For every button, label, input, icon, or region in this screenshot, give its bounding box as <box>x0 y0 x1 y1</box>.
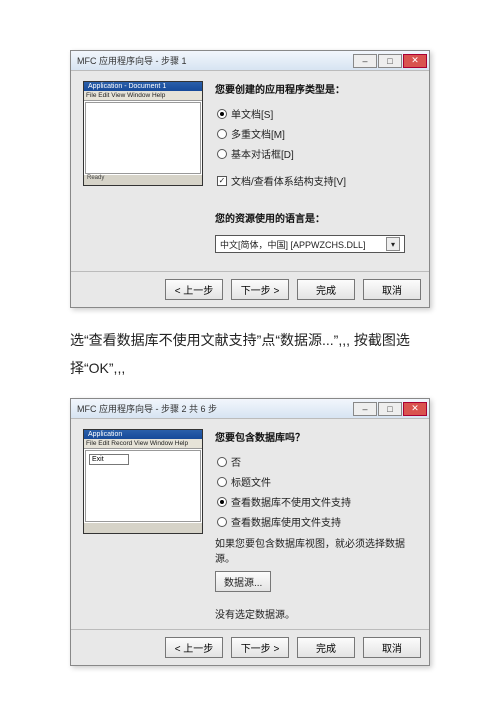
radio-icon <box>217 497 227 507</box>
radio-icon <box>217 477 227 487</box>
preview-title: Application <box>88 431 198 438</box>
preview-menu: File Edit Record View Window Help <box>84 439 202 449</box>
minimize-icon[interactable]: – <box>353 54 377 68</box>
finish-button[interactable]: 完成 <box>297 279 355 300</box>
cancel-button[interactable]: 取消 <box>363 279 421 300</box>
datasource-button[interactable]: 数据源... <box>215 571 271 592</box>
maximize-icon[interactable]: □ <box>378 402 402 416</box>
radio-db-no[interactable]: 否 <box>217 454 417 469</box>
preview-cell: Exit <box>89 454 129 465</box>
db-prompt: 您要包含数据库吗？ <box>215 429 417 444</box>
language-select[interactable]: 中文[简体，中国] [APPWZCHS.DLL] ▾ <box>215 235 405 253</box>
radio-sdi[interactable]: 单文档[S] <box>217 106 417 121</box>
checkbox-icon <box>217 176 227 186</box>
db-note: 如果您要包含数据库视图，就必须选择数据源。 <box>215 535 417 565</box>
cancel-button[interactable]: 取消 <box>363 637 421 658</box>
titlebar: MFC 应用程序向导 - 步骤 1 – □ ✕ <box>71 51 429 71</box>
radio-icon <box>217 109 227 119</box>
instruction-text: 选“查看数据库不使用文献支持”点“数据源...”,,, 按截图选择“OK”,,, <box>70 326 450 382</box>
finish-button[interactable]: 完成 <box>297 637 355 658</box>
db-status: 没有选定数据源。 <box>215 606 417 621</box>
wizard-dialog-step2: MFC 应用程序向导 - 步骤 2 共 6 步 – □ ✕ Applicatio… <box>70 398 430 666</box>
dialog-title: MFC 应用程序向导 - 步骤 1 <box>77 54 353 67</box>
preview-title: Application - Document 1 <box>88 83 198 90</box>
preview-status: Ready <box>84 175 202 185</box>
next-button[interactable]: 下一步 > <box>231 279 289 300</box>
back-button[interactable]: < 上一步 <box>165 279 223 300</box>
radio-dialog[interactable]: 基本对话框[D] <box>217 146 417 161</box>
wizard-dialog-step1: MFC 应用程序向导 - 步骤 1 – □ ✕ Application - Do… <box>70 50 430 308</box>
close-icon[interactable]: ✕ <box>403 402 427 416</box>
preview-pane: Application - Document 1 File Edit View … <box>83 81 203 263</box>
radio-icon <box>217 129 227 139</box>
preview-pane: Application File Edit Record View Window… <box>83 429 203 621</box>
radio-mdi[interactable]: 多重文档[M] <box>217 126 417 141</box>
minimize-icon[interactable]: – <box>353 402 377 416</box>
app-type-prompt: 您要创建的应用程序类型是： <box>215 81 417 96</box>
dialog-title: MFC 应用程序向导 - 步骤 2 共 6 步 <box>77 402 353 415</box>
button-bar: < 上一步 下一步 > 完成 取消 <box>71 271 429 307</box>
chevron-down-icon: ▾ <box>386 237 400 251</box>
close-icon[interactable]: ✕ <box>403 54 427 68</box>
language-value: 中文[简体，中国] [APPWZCHS.DLL] <box>220 238 366 251</box>
titlebar: MFC 应用程序向导 - 步骤 2 共 6 步 – □ ✕ <box>71 399 429 419</box>
radio-icon <box>217 457 227 467</box>
radio-icon <box>217 517 227 527</box>
radio-db-file[interactable]: 查看数据库使用文件支持 <box>217 514 417 529</box>
next-button[interactable]: 下一步 > <box>231 637 289 658</box>
radio-icon <box>217 149 227 159</box>
back-button[interactable]: < 上一步 <box>165 637 223 658</box>
radio-db-header[interactable]: 标题文件 <box>217 474 417 489</box>
radio-db-nofile[interactable]: 查看数据库不使用文件支持 <box>217 494 417 509</box>
maximize-icon[interactable]: □ <box>378 54 402 68</box>
lang-prompt: 您的资源使用的语言是： <box>215 210 417 225</box>
preview-menu: File Edit View Window Help <box>84 91 202 101</box>
check-docview[interactable]: 文档/查看体系结构支持[V] <box>217 173 417 188</box>
button-bar: < 上一步 下一步 > 完成 取消 <box>71 629 429 665</box>
